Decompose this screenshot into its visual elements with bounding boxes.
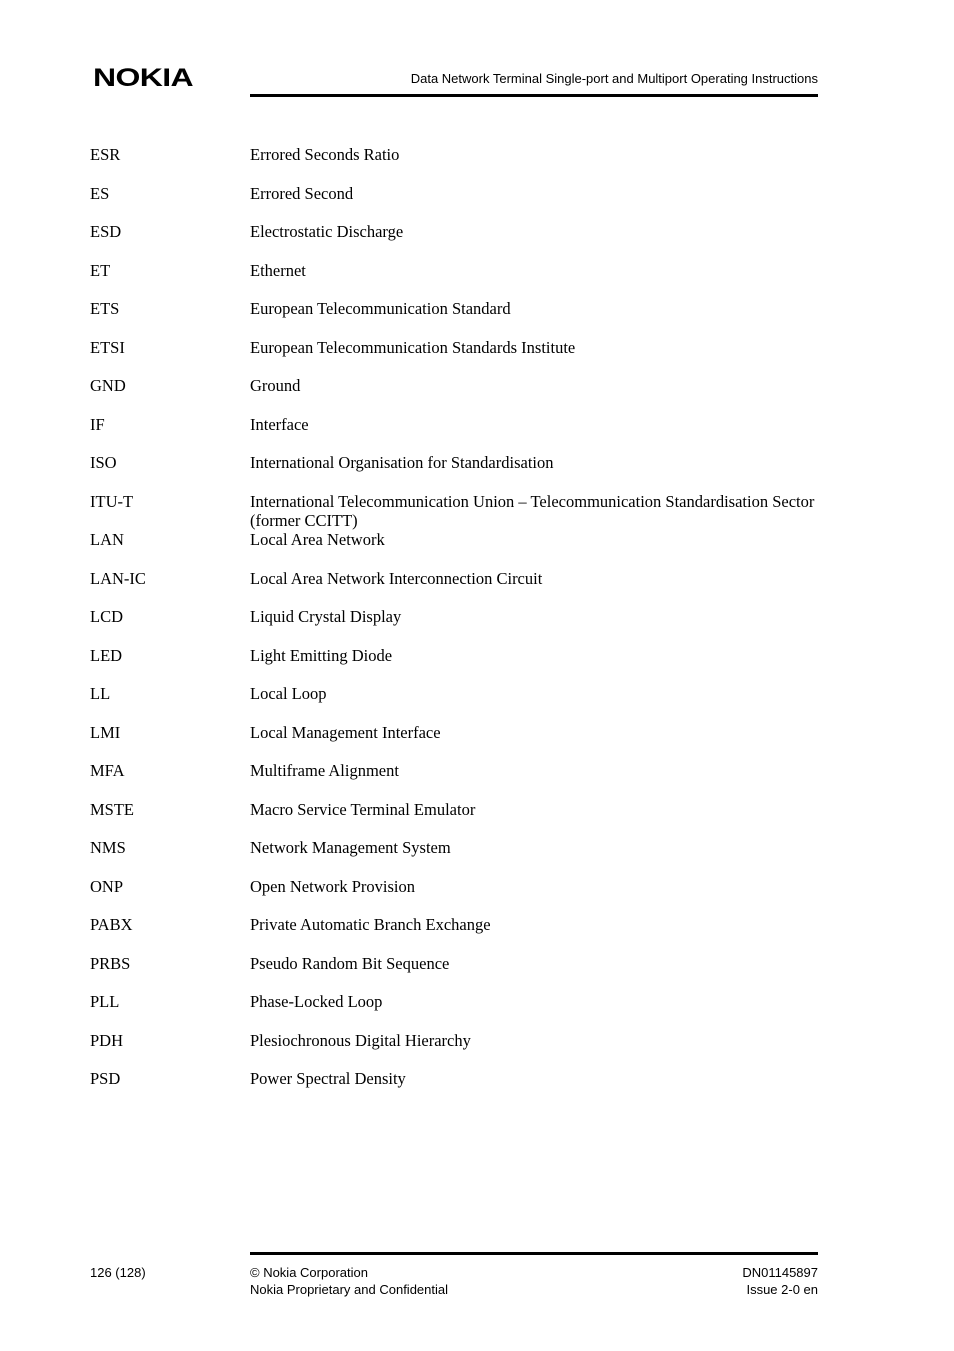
definition: European Telecommunication Standard	[250, 299, 511, 318]
abbreviation: ISO	[90, 453, 117, 472]
glossary-row: ETSI European Telecommunication Standards…	[90, 338, 820, 377]
header-rule	[250, 94, 818, 97]
glossary-row: LCD Liquid Crystal Display	[90, 607, 820, 646]
abbreviation: LMI	[90, 722, 121, 742]
confidential-text: Nokia Proprietary and Confidential	[250, 1282, 448, 1297]
definition: Local Area Network	[250, 530, 385, 549]
glossary-row: PRBS Pseudo Random Bit Sequence	[90, 954, 820, 993]
glossary-row: MSTE Macro Service Terminal Emulator	[90, 800, 820, 839]
glossary-row: PLL Phase-Locked Loop	[90, 992, 820, 1031]
definition: Local Management Interface	[250, 722, 441, 742]
abbreviation: ONP	[90, 876, 124, 896]
glossary-row: PSD Power Spectral Density	[90, 1069, 820, 1108]
definition: Light Emitting Diode	[250, 645, 393, 665]
glossary-row: LAN Local Area Network	[90, 530, 820, 569]
issue-number: Issue 2-0 en	[746, 1282, 818, 1297]
glossary-row: ITU-T International Telecommunication Uni…	[90, 492, 820, 531]
glossary-row: LAN-IC Local Area Network Interconnection…	[90, 569, 820, 608]
footer-company: © Nokia Corporation Nokia Proprietary an…	[250, 1264, 448, 1298]
definition: Ground	[250, 376, 301, 395]
abbreviation: ETS	[90, 299, 120, 318]
glossary-list: ESR Errored Seconds Ratio ES Errored Second…	[90, 145, 820, 1108]
glossary-row: ES Errored Second	[90, 184, 820, 223]
definition: Macro Service Terminal Emulator	[250, 799, 476, 819]
glossary-row: ISO International Organisation for Standa…	[90, 453, 820, 492]
glossary-row: ETS European Telecommunication Standard	[90, 299, 820, 338]
definition: Errored Second	[250, 183, 354, 203]
document-id: DN01145897	[742, 1265, 818, 1280]
abbreviation: LAN-IC	[90, 568, 146, 588]
abbreviation: ETSI	[90, 337, 125, 357]
glossary-row: LL Local Loop	[90, 684, 820, 723]
glossary-row: LED Light Emitting Diode	[90, 646, 820, 685]
abbreviation: PABX	[90, 915, 133, 934]
glossary-row: MFA Multiframe Alignment	[90, 761, 820, 800]
definition: Multiframe Alignment	[250, 761, 399, 780]
abbreviation: GND	[90, 376, 126, 395]
glossary-row: PABX Private Automatic Branch Exchange	[90, 915, 820, 954]
abbreviation: PDH	[90, 1030, 124, 1050]
definition: Local Loop	[250, 684, 327, 703]
glossary-row: ESD Electrostatic Discharge	[90, 222, 820, 261]
abbreviation: LED	[90, 645, 123, 665]
definition: International Telecommunication Union – …	[250, 491, 815, 530]
abbreviation: ESD	[90, 222, 122, 241]
abbreviation: PRBS	[90, 953, 131, 973]
nokia-logo: NOKIA	[93, 64, 194, 92]
glossary-row: ET Ethernet	[90, 261, 820, 300]
definition: Phase-Locked Loop	[250, 992, 383, 1011]
abbreviation: ITU-T	[90, 491, 134, 511]
abbreviation: ES	[90, 183, 110, 203]
definition: Ethernet	[250, 260, 306, 280]
abbreviation: ET	[90, 260, 111, 280]
glossary-row: IF Interface	[90, 415, 820, 454]
document-title: Data Network Terminal Single-port and Mu…	[410, 71, 818, 86]
glossary-row: LMI Local Management Interface	[90, 723, 820, 762]
abbreviation: PSD	[90, 1069, 121, 1088]
definition: Network Management System	[250, 838, 451, 857]
glossary-row: NMS Network Management System	[90, 838, 820, 877]
definition: Local Area Network Interconnection Circu…	[250, 568, 543, 588]
definition: Pseudo Random Bit Sequence	[250, 953, 450, 973]
copyright-text: © Nokia Corporation	[250, 1265, 368, 1280]
glossary-row: ESR Errored Seconds Ratio	[90, 145, 820, 184]
footer-doc-info: DN01145897 Issue 2-0 en	[742, 1264, 818, 1298]
glossary-row: PDH Plesiochronous Digital Hierarchy	[90, 1031, 820, 1070]
abbreviation: MFA	[90, 761, 125, 780]
abbreviation: LCD	[90, 607, 123, 626]
footer-rule	[250, 1252, 818, 1255]
definition: Open Network Provision	[250, 876, 415, 896]
abbreviation: ESR	[90, 145, 121, 164]
abbreviation: MSTE	[90, 799, 135, 819]
abbreviation: PLL	[90, 992, 120, 1011]
definition: Private Automatic Branch Exchange	[250, 915, 491, 934]
definition: Plesiochronous Digital Hierarchy	[250, 1030, 471, 1050]
definition: International Organisation for Standardi…	[250, 453, 554, 472]
glossary-row: ONP Open Network Provision	[90, 877, 820, 916]
abbreviation: NMS	[90, 838, 126, 857]
definition: Electrostatic Discharge	[250, 222, 404, 241]
definition: European Telecommunication Standards Ins…	[250, 337, 576, 357]
glossary-row: GND Ground	[90, 376, 820, 415]
definition: Interface	[250, 414, 309, 434]
definition: Liquid Crystal Display	[250, 607, 402, 626]
definition: Errored Seconds Ratio	[250, 145, 400, 164]
abbreviation: LL	[90, 684, 111, 703]
definition: Power Spectral Density	[250, 1069, 406, 1088]
abbreviation: LAN	[90, 530, 124, 549]
abbreviation: IF	[90, 414, 105, 434]
page-number: 126 (128)	[90, 1265, 146, 1280]
